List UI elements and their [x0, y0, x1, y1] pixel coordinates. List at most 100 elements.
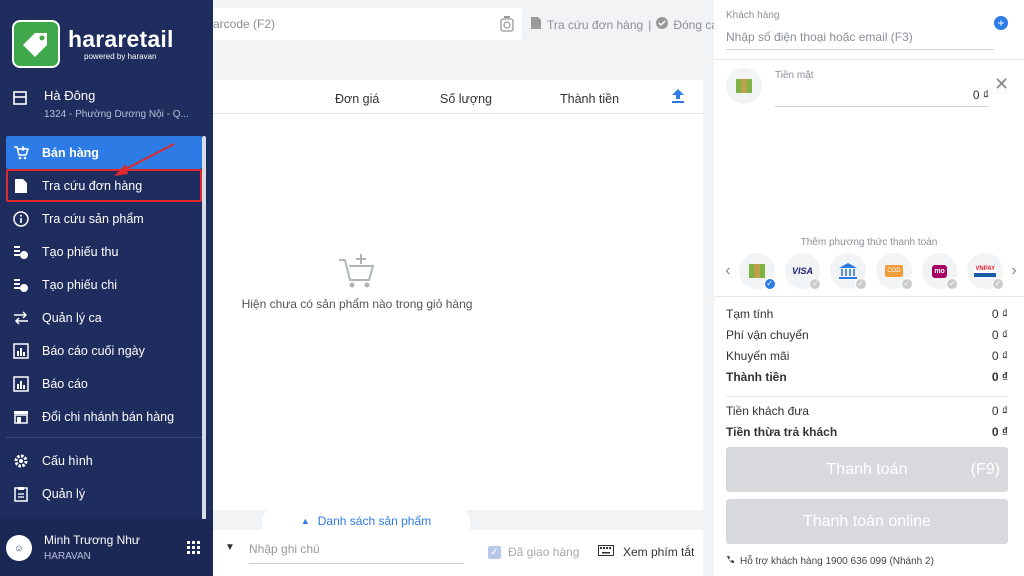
subtotal-value: 0 ₫: [991, 307, 1008, 321]
top-link-orders[interactable]: Tra cứu đơn hàng: [547, 18, 643, 32]
user-org: HARAVAN: [44, 551, 91, 562]
apps-grid-icon[interactable]: [187, 541, 201, 555]
col-price: Đơn giá: [335, 92, 380, 106]
report-icon: [12, 342, 30, 360]
sidebar-item-settings[interactable]: Cấu hình: [6, 444, 202, 477]
sidebar-item-manage[interactable]: Quản lý: [6, 477, 202, 510]
delivered-checkbox[interactable]: ✓ Đã giao hàng: [488, 545, 579, 559]
shipping-value: 0 ₫: [991, 328, 1008, 342]
sidebar-item-shift[interactable]: Quản lý ca: [6, 301, 202, 334]
subtotal-label: Tạm tính: [726, 307, 774, 321]
sidebar-scrollbar[interactable]: [202, 136, 206, 520]
user-profile[interactable]: ☺ Minh Trương Như HARAVAN: [0, 519, 213, 576]
paid-value: 0 ₫: [991, 404, 1008, 418]
add-customer-icon[interactable]: +: [994, 16, 1008, 30]
col-quantity: Số lượng: [440, 92, 493, 106]
upload-icon[interactable]: [671, 88, 685, 107]
barcode-search[interactable]: arcode (F2): [213, 8, 522, 40]
document-icon: [530, 16, 542, 33]
cash-amount-input[interactable]: 0 ₫: [775, 88, 989, 107]
sidebar-item-report[interactable]: Báo cáo: [6, 367, 202, 400]
sidebar-item-label: Tra cứu sản phẩm: [42, 211, 144, 226]
annotation-arrow-icon: [114, 143, 175, 176]
product-list-label: Danh sách sản phẩm: [317, 514, 432, 528]
col-total: Thành tiền: [560, 92, 620, 106]
cart-footer: ▼ Nhập ghi chú ✓ Đã giao hàng Xem phím t…: [213, 530, 703, 576]
method-momo[interactable]: mo ✓: [921, 253, 959, 290]
user-name: Minh Trương Như: [44, 533, 140, 547]
close-icon[interactable]: ✕: [994, 75, 1009, 93]
pay-button[interactable]: Thanh toán (F9): [726, 447, 1008, 492]
keyboard-icon: [598, 545, 614, 559]
money-out-icon: [12, 276, 30, 294]
check-circle-icon: [656, 17, 669, 32]
sidebar-item-daily-report[interactable]: Báo cáo cuối ngày: [6, 334, 202, 367]
sidebar-item-payment[interactable]: Tạo phiếu chi: [6, 268, 202, 301]
discount-label: Khuyến mãi: [726, 349, 790, 363]
divider: [714, 59, 1024, 60]
change-value: 0 ₫: [991, 425, 1008, 439]
top-link-close-shift[interactable]: Đóng ca: [673, 18, 718, 32]
shipping-label: Phí vận chuyển: [726, 328, 809, 342]
shipping-row: Phí vận chuyển 0 ₫: [726, 328, 1008, 342]
subtotal-row: Tạm tính 0 ₫: [726, 307, 1008, 321]
phone-icon: [726, 555, 735, 567]
note-placeholder: Nhập ghi chú: [249, 542, 320, 556]
check-icon: ✓: [900, 278, 913, 290]
document-icon: [12, 177, 30, 195]
cart-icon: [12, 144, 30, 162]
check-icon: ✓: [946, 278, 959, 290]
sidebar-item-change-branch[interactable]: Đổi chi nhánh bán hàng: [6, 400, 202, 433]
check-icon: ✓: [855, 278, 868, 290]
total-row: Thành tiền 0 ₫: [726, 370, 1008, 384]
brand-name: hararetail: [68, 26, 174, 52]
customer-label: Khách hàng: [726, 10, 780, 21]
total-label: Thành tiền: [726, 370, 787, 384]
cart-panel: Đơn giá Số lượng Thành tiền Hiện chưa có…: [213, 80, 703, 510]
method-vnpay[interactable]: VNPAY ✓: [967, 253, 1005, 290]
store-selector[interactable]: Hà Đông 1324 - Phường Dương Nội - Q...: [12, 88, 202, 120]
pay-online-button[interactable]: Thanh toán online: [726, 499, 1008, 544]
scale-icon[interactable]: [500, 16, 514, 35]
sidebar-item-receipt[interactable]: Tạo phiếu thu: [6, 235, 202, 268]
search-input[interactable]: arcode (F2): [213, 17, 275, 31]
empty-cart-text: Hiện chưa có sản phẩm nào trong giỏ hàng: [241, 297, 473, 311]
cod-icon: COD: [885, 265, 903, 277]
info-icon: [12, 210, 30, 228]
divider: [714, 296, 1024, 297]
method-cod[interactable]: COD ✓: [876, 253, 913, 290]
customer-placeholder: Nhập số điện thoại hoặc email (F3): [726, 30, 913, 44]
cash-label: Tiền mặt: [775, 70, 814, 81]
chevron-left-icon[interactable]: ‹: [722, 262, 734, 280]
empty-cart-icon: [337, 252, 377, 293]
gear-icon: [12, 452, 30, 470]
store-name: Hà Đông: [44, 88, 96, 103]
sidebar-item-label: Quản lý ca: [42, 310, 102, 325]
sidebar-item-label: Tra cứu đơn hàng: [42, 178, 143, 193]
chart-icon: [12, 375, 30, 393]
method-bank[interactable]: ✓: [830, 253, 868, 290]
method-cash[interactable]: ✓: [738, 253, 776, 290]
brand-logo[interactable]: hararetail powered by haravan: [12, 18, 182, 70]
payment-methods: ‹ ✓ VISA ✓ ✓ COD ✓ mo ✓ VNPAY ✓ ›: [722, 252, 1020, 290]
shortcut-label: Xem phím tắt: [623, 545, 695, 559]
store-address: 1324 - Phường Dương Nội - Q...: [44, 109, 189, 120]
paid-row: Tiền khách đưa 0 ₫: [726, 404, 1008, 418]
change-row: Tiền thừa trả khách 0 ₫: [726, 425, 1008, 439]
chevron-right-icon[interactable]: ›: [1008, 262, 1020, 280]
discount-row: Khuyến mãi 0 ₫: [726, 349, 1008, 363]
shortcut-button[interactable]: Xem phím tắt: [598, 545, 694, 559]
note-input[interactable]: Nhập ghi chú: [249, 542, 464, 564]
support-line: Hỗ trợ khách hàng 1900 636 099 (Nhánh 2): [726, 555, 934, 567]
customer-search-input[interactable]: Nhập số điện thoại hoặc email (F3): [726, 30, 994, 50]
chevron-down-icon[interactable]: ▼: [225, 542, 235, 553]
avatar: ☺: [6, 534, 32, 561]
sidebar-item-product-lookup[interactable]: Tra cứu sản phẩm: [6, 202, 202, 235]
menu-divider: [6, 437, 202, 438]
swap-icon: [12, 309, 30, 327]
store-icon: [12, 408, 30, 426]
sidebar-menu: Bán hàng Tra cứu đơn hàng Tra cứu sản ph…: [6, 136, 202, 510]
method-visa[interactable]: VISA ✓: [784, 253, 822, 290]
pay-label: Thanh toán: [826, 460, 908, 478]
delivered-label: Đã giao hàng: [508, 545, 580, 559]
